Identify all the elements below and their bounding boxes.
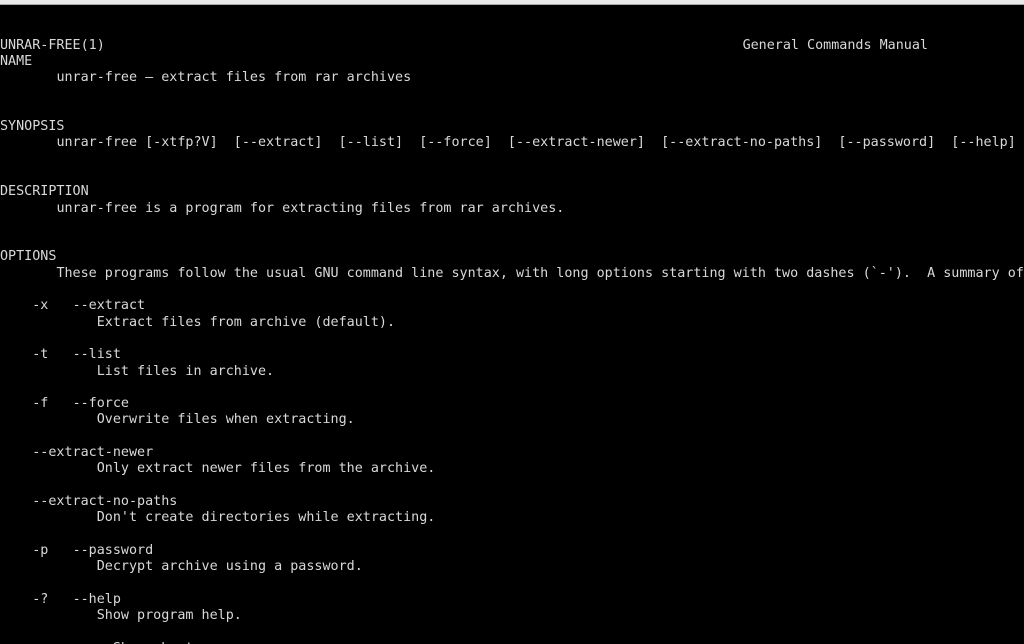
manpage-header-left: UNRAR-FREE(1) <box>0 37 105 53</box>
option-short-flag[interactable]: -x <box>32 298 48 313</box>
option-short-flag[interactable]: -f <box>32 396 48 411</box>
section-body-description: unrar-free is a program for extracting f… <box>0 201 1024 217</box>
option-entry: --extract-no-paths <box>0 494 1024 510</box>
option-entry: -f --force <box>0 396 1024 412</box>
option-entry: -p --password <box>0 543 1024 559</box>
section-heading-name: NAME <box>0 53 33 69</box>
option-entry: -? --help <box>0 592 1024 608</box>
options-list: -x --extract Extract files from archive … <box>0 298 1024 644</box>
terminal-output-area[interactable]: UNRAR-FREE(1) General Commands Manual NA… <box>0 5 1024 644</box>
menu-item-file[interactable]: File <box>4 0 38 3</box>
option-long-flag[interactable]: --extract-no-paths <box>32 494 177 509</box>
option-entry: -x --extract <box>0 298 1024 314</box>
menu-item-tabs[interactable]: Tabs <box>170 0 209 3</box>
menu-item-terminal[interactable]: Terminal <box>112 0 170 3</box>
options-intro-text: These programs follow the usual GNU comm… <box>56 265 1024 281</box>
option-long-flag[interactable]: --help <box>73 592 121 607</box>
option-long-flag[interactable]: --password <box>73 543 154 558</box>
section-heading-synopsis: SYNOPSIS <box>0 119 65 135</box>
synopsis-usage: unrar-free [-xtfp?V] [--extract] [--list… <box>56 135 1016 151</box>
option-long-flag[interactable]: --extract-newer <box>32 445 153 460</box>
option-description-text: Show program help. <box>96 607 242 623</box>
option-description-text: Overwrite files when extracting. <box>96 412 355 428</box>
option-short-flag[interactable]: -t <box>32 347 48 362</box>
menu-item-edit[interactable]: Edit <box>38 0 73 3</box>
option-short-flag[interactable]: -p <box>32 543 48 558</box>
section-body-synopsis: unrar-free [-xtfp?V] [--extract] [--list… <box>0 135 1024 151</box>
manpage-header-line: UNRAR-FREE(1) General Commands Manual <box>0 5 1024 53</box>
option-long-flag[interactable]: --list <box>73 347 121 362</box>
option-long-flag[interactable]: --usage <box>32 641 88 644</box>
option-description: List files in archive. <box>0 364 1024 380</box>
option-description-text: Show short program usage message. <box>113 641 379 644</box>
option-description-text: Decrypt archive using a password. <box>96 559 363 575</box>
option-description: Don't create directories while extractin… <box>0 510 1024 526</box>
section-heading-options: OPTIONS <box>0 249 57 265</box>
option-description: Only extract newer files from the archiv… <box>0 461 1024 477</box>
option-long-flag[interactable]: --force <box>73 396 129 411</box>
option-entry: -t --list <box>0 347 1024 363</box>
option-description-text: Only extract newer files from the archiv… <box>96 461 436 477</box>
option-description: Decrypt archive using a password. <box>0 559 1024 575</box>
option-entry-inline: --usage Show short program usage message… <box>0 641 1024 644</box>
option-description-text: Don't create directories while extractin… <box>96 510 436 526</box>
option-description-text: List files in archive. <box>96 363 275 379</box>
section-heading-description: DESCRIPTION <box>0 184 89 200</box>
option-description-text: Extract files from archive (default). <box>96 314 396 330</box>
option-description: Overwrite files when extracting. <box>0 412 1024 428</box>
option-description: Show program help. <box>0 608 1024 624</box>
option-description: Extract files from archive (default). <box>0 315 1024 331</box>
option-short-flag[interactable]: -? <box>32 592 48 607</box>
section-body-name: unrar-free — extract files from rar arch… <box>0 70 1024 86</box>
name-description: unrar-free — extract files from rar arch… <box>56 70 412 86</box>
options-intro-line: These programs follow the usual GNU comm… <box>0 266 1024 282</box>
menu-item-view[interactable]: View <box>73 0 113 3</box>
manpage-header-center: General Commands Manual <box>742 37 928 53</box>
option-entry: --extract-newer <box>0 445 1024 461</box>
description-text: unrar-free is a program for extracting f… <box>56 200 565 216</box>
menu-item-help[interactable]: Help <box>209 0 248 3</box>
option-long-flag[interactable]: --extract <box>73 298 146 313</box>
